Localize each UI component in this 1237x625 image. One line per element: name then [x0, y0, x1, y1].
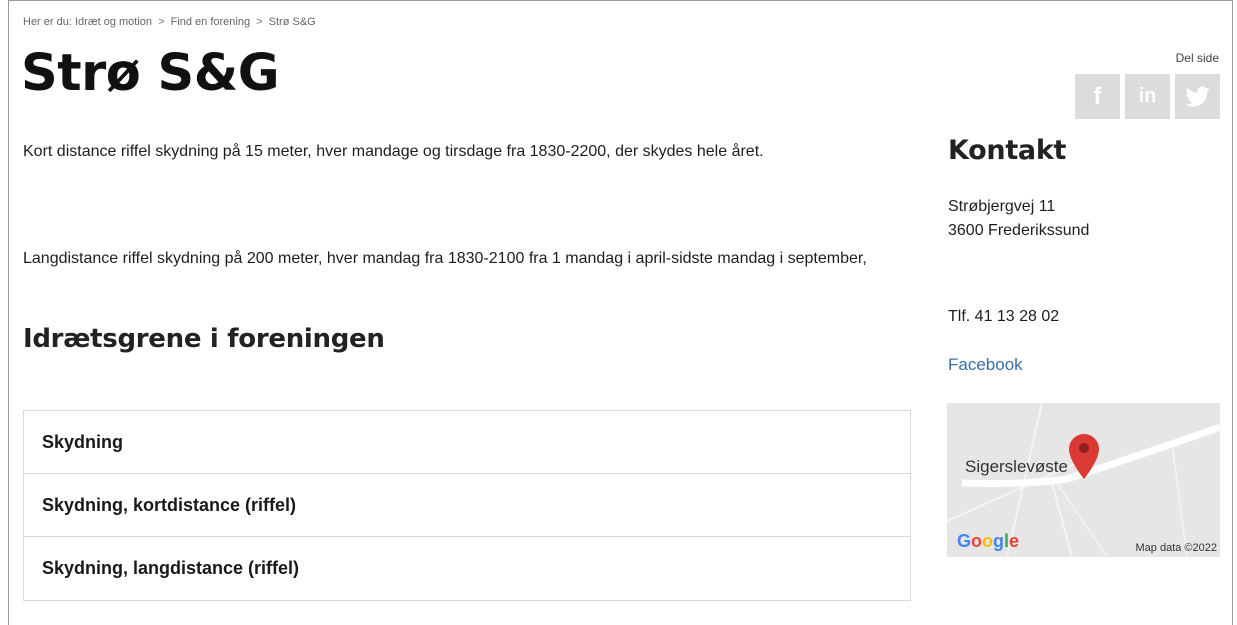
description-short-distance: Kort distance riffel skydning på 15 mete…: [23, 143, 764, 160]
google-logo: Google: [957, 531, 1020, 551]
linkedin-icon[interactable]: in: [1125, 74, 1170, 119]
facebook-link[interactable]: Facebook: [948, 355, 1023, 375]
linkedin-glyph: in: [1138, 85, 1157, 107]
facebook-icon[interactable]: f: [1075, 74, 1120, 119]
sport-item-langdistance[interactable]: Skydning, langdistance (riffel): [24, 537, 910, 600]
breadcrumb-item-current: Strø S&G: [268, 16, 316, 28]
breadcrumb-separator: >: [158, 16, 165, 28]
share-buttons: f in: [1075, 74, 1220, 119]
contact-phone: Tlf. 41 13 28 02: [948, 308, 1060, 325]
sports-list: Skydning Skydning, kortdistance (riffel)…: [23, 410, 911, 601]
description-long-distance: Langdistance riffel skydning på 200 mete…: [23, 250, 867, 267]
page-title: Strø S&G: [21, 44, 280, 103]
sports-heading: Idrætsgrene i foreningen: [23, 324, 385, 354]
map-place-label: Sigerslevøste: [965, 457, 1068, 476]
contact-address: Strøbjergvej 11 3600 Frederikssund: [948, 195, 1089, 243]
breadcrumb-item-idraet[interactable]: Idræt og motion: [75, 16, 152, 28]
address-city: 3600 Frederikssund: [948, 222, 1090, 239]
address-street: Strøbjergvej 11: [948, 198, 1056, 215]
location-map[interactable]: Sigerslevøste Google Map data ©2022: [947, 403, 1220, 557]
sport-item-kortdistance[interactable]: Skydning, kortdistance (riffel): [24, 474, 910, 537]
breadcrumb: Her er du: Idræt og motion > Find en for…: [23, 16, 316, 28]
share-label: Del side: [1175, 51, 1219, 65]
twitter-bird-shape: [1184, 85, 1210, 107]
map-credit: Map data ©2022: [1135, 542, 1218, 554]
sport-item-skydning[interactable]: Skydning: [24, 411, 910, 474]
contact-heading: Kontakt: [948, 135, 1067, 166]
facebook-glyph: f: [1093, 82, 1102, 110]
twitter-icon[interactable]: [1175, 74, 1220, 119]
breadcrumb-item-find-forening[interactable]: Find en forening: [171, 16, 251, 28]
breadcrumb-prefix: Her er du:: [23, 16, 72, 28]
breadcrumb-separator: >: [256, 16, 263, 28]
